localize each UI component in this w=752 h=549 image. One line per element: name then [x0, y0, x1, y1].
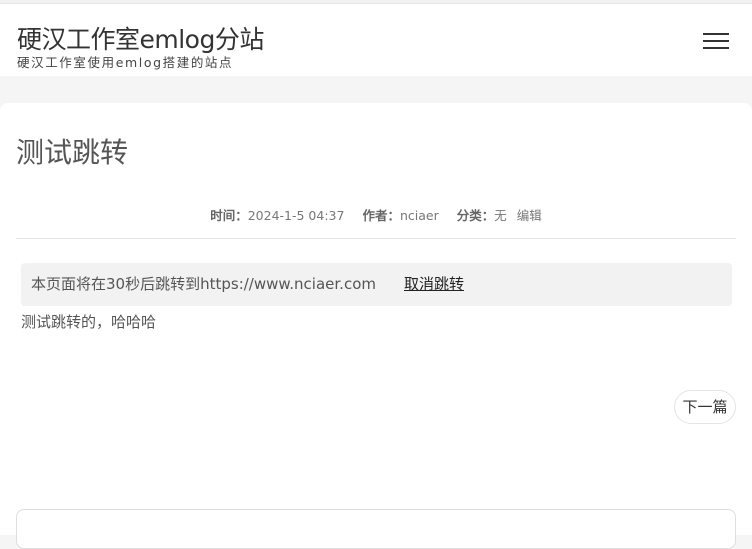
article-title: 测试跳转	[16, 136, 129, 169]
meta-time-label: 时间：	[210, 208, 248, 223]
article-meta: 时间：2024-1-5 04:37 作者：nciaer 分类：无 编辑	[16, 207, 736, 225]
redirect-message: 本页面将在30秒后跳转到https://www.nciaer.com	[31, 275, 376, 293]
meta-time-value: 2024-1-5 04:37	[247, 208, 345, 223]
site-subtitle: 硬汉工作室使用emlog搭建的站点	[17, 55, 234, 70]
site-title[interactable]: 硬汉工作室emlog分站	[17, 25, 264, 55]
article-content: 测试跳转的，哈哈哈	[21, 313, 157, 331]
meta-category-label: 分类：	[456, 208, 495, 223]
meta-divider	[16, 238, 736, 239]
redirect-notice: 本页面将在30秒后跳转到https://www.nciaer.com 取消跳转	[21, 263, 732, 306]
hamburger-menu-icon	[703, 33, 729, 49]
site-header: 硬汉工作室emlog分站 硬汉工作室使用emlog搭建的站点	[0, 4, 752, 76]
meta-author-link[interactable]: nciaer	[400, 208, 439, 223]
menu-button[interactable]	[700, 30, 732, 52]
edit-link[interactable]: 编辑	[517, 208, 542, 223]
meta-category-value: 无	[494, 208, 507, 223]
comment-box[interactable]	[16, 509, 736, 549]
article-card: 测试跳转 时间：2024-1-5 04:37 作者：nciaer 分类：无 编辑 本页…	[0, 103, 752, 549]
meta-author-label: 作者：	[362, 208, 400, 223]
next-post-button[interactable]: 下一篇	[674, 390, 736, 424]
cancel-redirect-link[interactable]: 取消跳转	[404, 275, 464, 294]
